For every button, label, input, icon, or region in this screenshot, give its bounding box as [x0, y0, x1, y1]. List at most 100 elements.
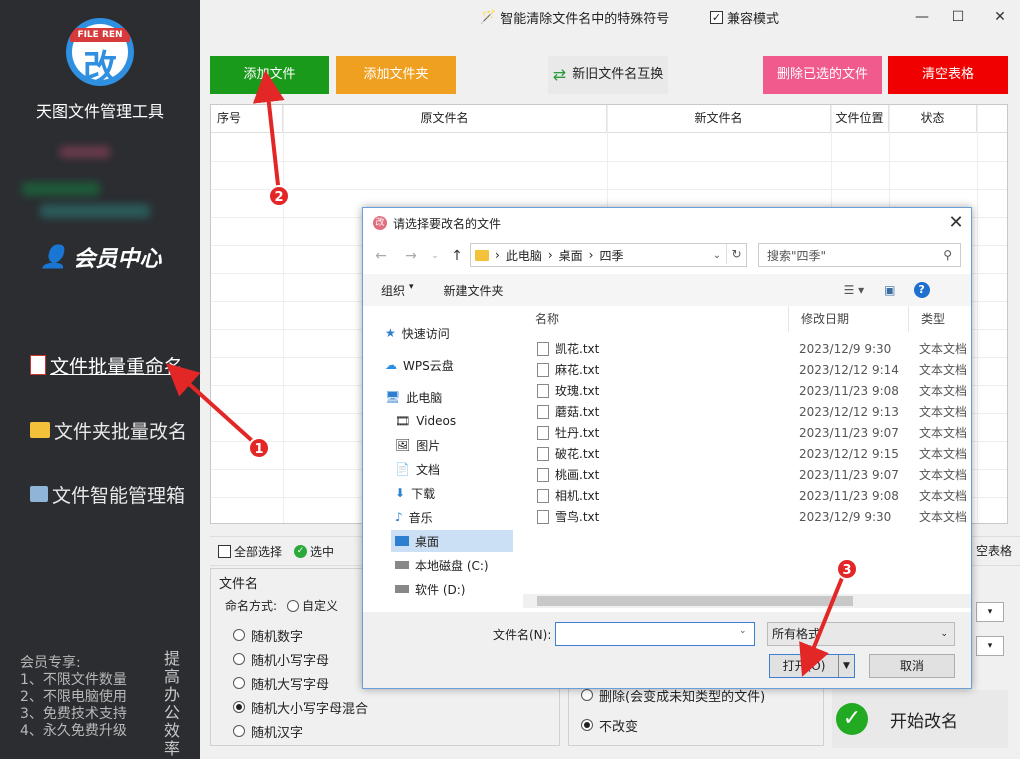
nav-wps-cloud[interactable]: ☁ WPS云盘 [385, 354, 513, 376]
file-row[interactable]: 雪鸟.txt 2023/12/9 9:30 文本文档 [537, 506, 967, 527]
breadcrumb-item[interactable]: 四季 [599, 247, 623, 264]
open-button[interactable]: 打开(O) ▼ [769, 654, 855, 678]
option-random-uppercase[interactable]: 随机大写字母 [233, 673, 329, 693]
dialog-titlebar: 改 请选择要改名的文件 [363, 208, 971, 238]
delete-selected-button[interactable]: 删除已选的文件 [763, 56, 882, 94]
nav-downloads[interactable]: ⬇ 下载 [395, 482, 513, 504]
horizontal-scrollbar[interactable] [523, 594, 971, 608]
preview-pane-icon[interactable]: ▣ [884, 283, 895, 297]
option-label: 随机数字 [251, 629, 304, 645]
file-name: 蘑菇.txt [555, 405, 600, 419]
minimize-button[interactable]: — [910, 6, 934, 28]
right-dropdown-2[interactable]: ▾ [976, 636, 1004, 656]
filename-dropdown-icon[interactable]: ⌄ [739, 626, 747, 636]
history-dropdown-icon[interactable]: ⌄ [425, 246, 445, 266]
smart-clean-button[interactable]: 🪄 智能清除文件名中的特殊符号 [480, 6, 669, 28]
filename-label: 文件名(N): [493, 628, 552, 642]
cancel-button[interactable]: 取消 [869, 654, 955, 678]
nav-desktop[interactable]: 桌面 [391, 530, 513, 552]
search-icon: ⚲ [943, 248, 952, 262]
breadcrumb-item[interactable]: 此电脑 [506, 247, 542, 264]
nav-drive-d[interactable]: 软件 (D:) [395, 578, 513, 600]
nav-pictures[interactable]: 🖼 图片 [395, 434, 513, 456]
vip-line: 1、不限文件数量 [20, 672, 127, 688]
option-keep-ext[interactable]: 不改变 [581, 715, 638, 735]
text-file-icon [537, 362, 549, 377]
scrollbar-thumb[interactable] [537, 596, 853, 606]
option-random-chinese[interactable]: 随机汉字 [233, 721, 303, 741]
nav-this-pc[interactable]: 🖥 此电脑 [385, 386, 513, 408]
file-date: 2023/12/9 9:30 [798, 509, 892, 524]
file-row[interactable]: 相机.txt 2023/11/23 9:08 文本文档 [537, 485, 967, 506]
search-input[interactable]: 搜索"四季" ⚲ [758, 243, 961, 267]
file-row[interactable]: 凯花.txt 2023/12/9 9:30 文本文档 [537, 338, 967, 359]
sidebar-item-folder-rename[interactable]: 文件夹批量改名 [30, 415, 187, 445]
add-folder-button[interactable]: 添加文件夹 [336, 56, 456, 94]
up-arrow-icon[interactable]: ↑ [447, 246, 467, 266]
forward-arrow-icon[interactable]: → [401, 246, 421, 266]
file-type-filter[interactable]: 所有格式 ⌄ [767, 622, 955, 646]
sidebar-item-file-rename[interactable]: 文件批量重命名 [30, 350, 183, 380]
breadcrumb-item[interactable]: 桌面 [559, 247, 583, 264]
col-name[interactable]: 名称 [523, 306, 789, 332]
select-all-checkbox[interactable]: 全部选择 [218, 543, 282, 560]
dialog-close-button[interactable]: ✕ [943, 210, 969, 236]
option-label: 随机大写字母 [251, 677, 330, 693]
file-row[interactable]: 蘑菇.txt 2023/12/12 9:13 文本文档 [537, 401, 967, 422]
blurred-username [60, 146, 110, 158]
nav-documents[interactable]: 📄 文档 [395, 458, 513, 480]
new-folder-button[interactable]: 新建文件夹 [444, 282, 504, 299]
annotation-badge-2: 2 [268, 185, 290, 207]
sidebar-item-smart-box[interactable]: 文件智能管理箱 [30, 479, 185, 509]
vip-line: 4、永久免费升级 [20, 723, 127, 739]
open-dropdown-icon[interactable]: ▼ [838, 655, 854, 677]
blurred-info-2 [40, 204, 150, 218]
help-icon[interactable]: ? [913, 282, 930, 298]
col-modified[interactable]: 修改日期 [789, 306, 909, 332]
member-center-button[interactable]: 👤 会员中心 [40, 240, 161, 274]
address-bar[interactable]: › 此电脑 › 桌面 › 四季 [470, 243, 747, 267]
option-random-lowercase[interactable]: 随机小写字母 [233, 649, 329, 669]
nav-label: 图片 [416, 438, 441, 453]
clear-table-button[interactable]: 清空表格 [888, 56, 1008, 94]
file-row[interactable]: 牡丹.txt 2023/11/23 9:07 文本文档 [537, 422, 967, 443]
nav-videos[interactable]: 🎞 Videos [395, 410, 513, 432]
refresh-icon[interactable]: ↻ [726, 244, 746, 264]
radio-icon [287, 599, 300, 612]
add-file-button[interactable]: 添加文件 [210, 56, 329, 94]
chevron-right-icon: › [495, 248, 500, 262]
address-dropdown-icon[interactable]: ⌄ [707, 246, 727, 266]
nav-quick-access[interactable]: ★ 快速访问 [385, 322, 513, 344]
col-type[interactable]: 类型 [909, 306, 969, 332]
nav-drive-c[interactable]: 本地磁盘 (C:) [395, 554, 513, 576]
file-row[interactable]: 玫瑰.txt 2023/11/23 9:08 文本文档 [537, 380, 967, 401]
view-options-icon[interactable]: ☰ ▾ [844, 283, 865, 297]
select-button[interactable]: ✓ 选中 [294, 543, 334, 560]
swap-names-button[interactable]: ⇄ 新旧文件名互换 [548, 56, 668, 94]
chevron-right-icon: › [588, 248, 594, 262]
col-new-name: 新文件名 [607, 105, 831, 133]
clear-table-link[interactable]: 空表格 [976, 542, 1012, 559]
file-row[interactable]: 破花.txt 2023/12/12 9:15 文本文档 [537, 443, 967, 464]
compat-mode-checkbox[interactable]: ✓ 兼容模式 [710, 6, 779, 28]
file-row[interactable]: 桃画.txt 2023/11/23 9:07 文本文档 [537, 464, 967, 485]
maximize-button[interactable]: ☐ [946, 6, 970, 28]
text-file-icon [537, 488, 549, 503]
organize-menu[interactable]: 组织 ▾ [381, 282, 414, 299]
file-row[interactable]: 麻花.txt 2023/12/12 9:14 文本文档 [537, 359, 967, 380]
file-list[interactable]: 名称 修改日期 类型 凯花.txt 2023/12/9 9:30 文本文档 麻花.t… [523, 306, 971, 590]
filename-input[interactable] [555, 622, 755, 646]
custom-radio[interactable]: 自定义 [287, 597, 338, 614]
start-rename-button[interactable]: ✓ 开始改名 [832, 690, 1008, 748]
custom-label: 自定义 [302, 599, 339, 613]
option-random-digits[interactable]: 随机数字 [233, 625, 303, 645]
file-name: 玫瑰.txt [555, 384, 600, 398]
option-random-mixed-case[interactable]: 随机大小写字母混合 [233, 697, 368, 717]
close-window-button[interactable]: ✕ [988, 6, 1012, 28]
filename-section-title: 文件名 [219, 577, 259, 592]
dialog-footer: 文件名(N): ⌄ 所有格式 ⌄ 打开(O) ▼ 取消 [363, 612, 971, 688]
nav-music[interactable]: ♪ 音乐 [395, 506, 513, 528]
annotation-badge-3: 3 [836, 558, 858, 580]
right-dropdown-1[interactable]: ▾ [976, 602, 1004, 622]
back-arrow-icon[interactable]: ← [371, 246, 391, 266]
